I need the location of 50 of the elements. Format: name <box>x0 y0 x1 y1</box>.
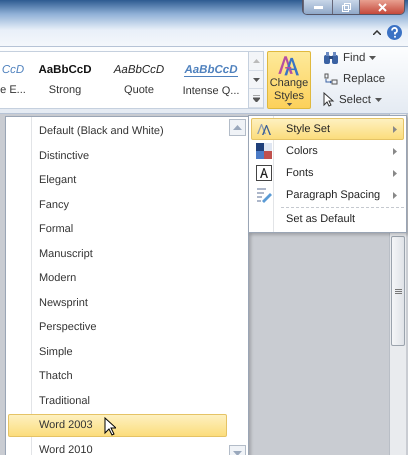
close-icon[interactable] <box>378 2 386 12</box>
paragraph-spacing-icon <box>256 187 272 203</box>
theme-option[interactable]: Newsprint <box>8 292 227 314</box>
grip-icon <box>394 288 402 294</box>
theme-option[interactable]: Traditional <box>8 390 227 412</box>
restore-icon[interactable] <box>342 2 350 12</box>
theme-option[interactable]: Default (Black and White) <box>8 120 227 142</box>
scroll-down-icon <box>252 78 260 82</box>
color-swatch-icon <box>256 143 272 159</box>
theme-option[interactable]: Perspective <box>8 316 227 338</box>
style-preview[interactable]: AaBbCcD Intense Q... <box>174 52 248 108</box>
style-preview[interactable]: AaBbCcD Quote <box>104 52 174 108</box>
menu-item[interactable]: Style Set <box>251 118 404 140</box>
theme-option[interactable]: Formal <box>8 218 227 240</box>
font-icon <box>256 165 272 181</box>
theme-option[interactable]: Distinctive <box>8 144 227 167</box>
up-arrow-icon <box>233 125 242 130</box>
theme-option[interactable]: Word 2003 <box>8 414 227 436</box>
theme-option[interactable]: Modern <box>8 267 227 290</box>
menu-item[interactable]: Set as Default <box>251 208 404 230</box>
scrollbar-thumb[interactable] <box>391 236 405 346</box>
theme-option[interactable]: Manuscript <box>8 242 227 265</box>
scroll-up-icon[interactable] <box>252 58 260 63</box>
theme-option[interactable]: Thatch <box>8 365 227 388</box>
letters-icon <box>256 121 272 137</box>
theme-option[interactable]: Fancy <box>8 194 227 216</box>
down-arrow-icon <box>233 451 242 455</box>
replace-icon <box>323 71 339 86</box>
more-icon[interactable] <box>252 94 260 102</box>
menu-item[interactable]: Colors <box>251 140 404 162</box>
change-styles-button[interactable]: Change Styles <box>267 51 311 109</box>
editing-button[interactable]: Find <box>321 51 388 65</box>
binoculars-icon <box>323 51 339 65</box>
editing-button[interactable]: Select <box>321 92 388 107</box>
menu-item[interactable]: Paragraph Spacing <box>251 184 404 206</box>
minimize-icon[interactable] <box>314 6 322 8</box>
pointer-icon <box>323 92 335 107</box>
help-icon[interactable] <box>387 25 402 40</box>
menu-item[interactable]: Fonts <box>251 162 404 184</box>
window-controls[interactable] <box>302 0 405 15</box>
mouse-cursor-icon <box>104 417 116 436</box>
editing-button[interactable]: Replace <box>321 71 388 86</box>
theme-option[interactable]: Elegant <box>8 169 227 192</box>
style-preview[interactable]: CcD e E... <box>0 52 26 108</box>
list-scroll-up[interactable] <box>229 119 246 136</box>
style-preview[interactable]: AaBbCcD Strong <box>26 52 104 108</box>
collapse-ribbon-icon[interactable] <box>373 30 381 35</box>
caret-icon <box>286 102 292 106</box>
theme-option[interactable]: Simple <box>8 340 227 363</box>
theme-option[interactable]: Word 2010 <box>8 438 227 455</box>
